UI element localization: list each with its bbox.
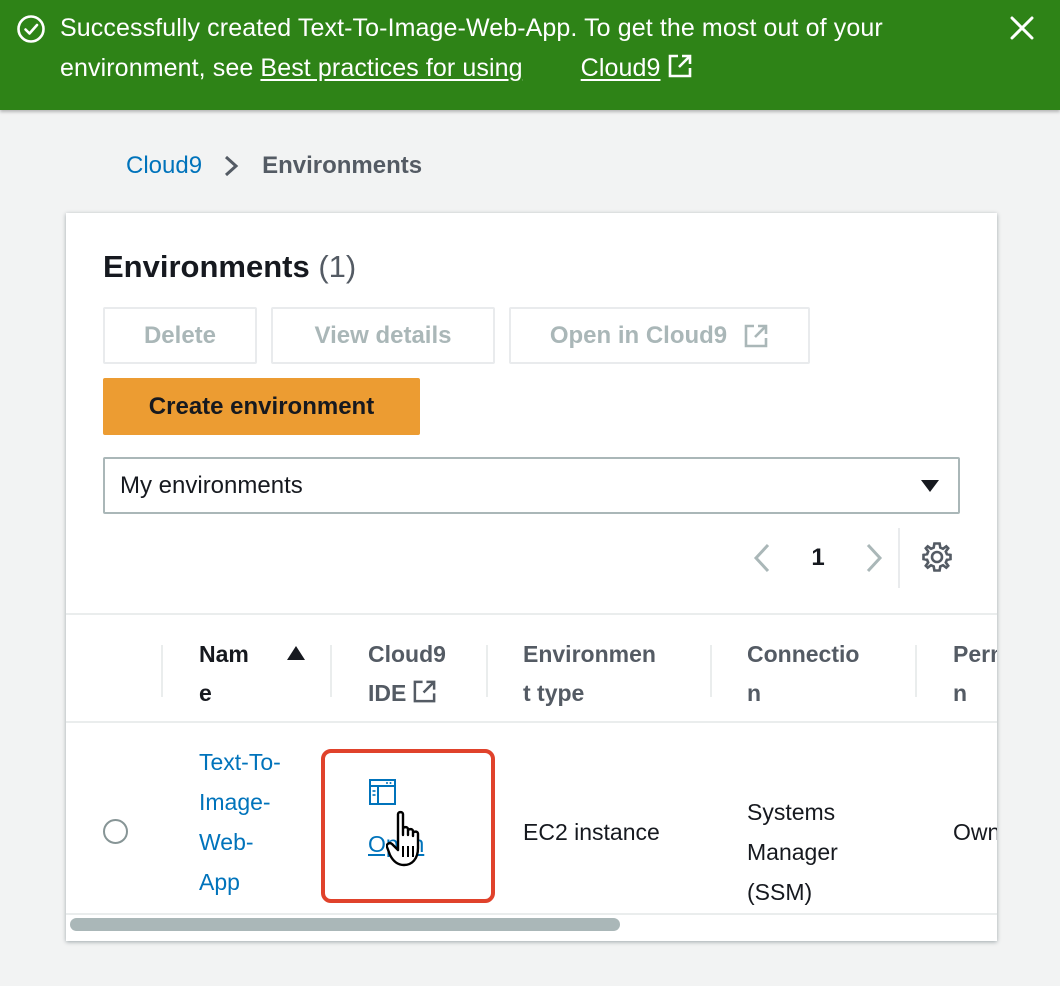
column-divider xyxy=(161,645,163,697)
column-divider xyxy=(486,645,488,697)
environment-filter-value: My environments xyxy=(120,471,303,499)
external-link-icon xyxy=(668,54,691,78)
pager-divider xyxy=(898,528,900,588)
view-details-button-label: View details xyxy=(314,321,452,349)
breadcrumb-cloud9-link[interactable]: Cloud9 xyxy=(126,152,202,180)
chevron-right-icon xyxy=(225,155,239,177)
column-header-name-l2: e xyxy=(199,680,212,706)
external-link-icon xyxy=(413,680,436,703)
caret-down-icon xyxy=(921,480,939,492)
horizontal-scrollbar[interactable] xyxy=(70,918,620,931)
environment-name-line: App xyxy=(199,869,240,895)
success-flash-banner: Successfully created Text-To-Image-Web-A… xyxy=(0,0,1060,110)
connection-line: Systems xyxy=(747,799,836,825)
environment-name-line: Text-To- xyxy=(199,749,281,775)
view-details-button[interactable]: View details xyxy=(271,307,495,364)
column-divider xyxy=(330,645,332,697)
panel-title-text: Environments xyxy=(103,249,310,284)
table-header: Nam e Cloud9 IDE Environmen t type Conne… xyxy=(66,613,997,723)
column-divider xyxy=(915,645,917,697)
create-environment-button[interactable]: Create environment xyxy=(103,378,420,435)
flash-message: Successfully created Text-To-Image-Web-A… xyxy=(60,8,960,88)
cloud9-docs-link[interactable]: Cloud9 xyxy=(581,54,693,82)
environment-type-cell: EC2 instance xyxy=(523,819,660,845)
delete-button-label: Delete xyxy=(143,321,217,349)
open-in-cloud9-button[interactable]: Open in Cloud9 xyxy=(509,307,810,364)
sort-ascending-icon[interactable] xyxy=(286,645,306,661)
column-header-ide: Cloud9 IDE xyxy=(368,635,446,713)
permission-cell: Owner xyxy=(953,819,997,845)
next-page-button[interactable] xyxy=(863,542,885,574)
environment-name-line: Image- xyxy=(199,789,271,815)
pagination: 1 xyxy=(751,528,952,588)
environment-count: (1) xyxy=(318,249,357,284)
hand-pointer-icon xyxy=(386,810,420,867)
cloud9-docs-link-label: Cloud9 xyxy=(580,54,661,82)
best-practices-link[interactable]: Best practices for using xyxy=(260,54,522,82)
current-page-number[interactable]: 1 xyxy=(773,544,863,572)
column-header-connection-l2: n xyxy=(747,680,762,706)
environment-filter-select[interactable]: My environments xyxy=(103,457,960,514)
column-header-permission-l1: Permission xyxy=(953,641,997,667)
delete-button[interactable]: Delete xyxy=(103,307,257,364)
column-header-connection-l1: Connectio xyxy=(747,641,860,667)
environment-name-line: Web- xyxy=(199,829,254,855)
previous-page-button[interactable] xyxy=(751,542,773,574)
column-header-permission-l2: n xyxy=(953,680,968,706)
connection-cell: Systems Manager (SSM) xyxy=(747,792,838,912)
column-header-name-l1: Nam xyxy=(199,641,249,667)
column-header-permission: Permission n xyxy=(953,635,997,713)
column-header-ide-l2: IDE xyxy=(368,680,407,706)
success-check-icon xyxy=(17,15,45,43)
open-in-cloud9-button-label: Open in Cloud9 xyxy=(549,321,728,349)
breadcrumb: Cloud9 Environments xyxy=(126,146,422,186)
column-header-env-type-l2: t type xyxy=(523,680,585,706)
column-header-connection: Connectio n xyxy=(747,635,859,713)
environments-table: Nam e Cloud9 IDE Environmen t type Conne… xyxy=(66,613,997,915)
create-environment-button-label: Create environment xyxy=(148,392,375,420)
environment-name-link[interactable]: Text-To- Image- Web- App xyxy=(199,742,281,902)
environments-panel: Environments (1) Delete View details Ope… xyxy=(66,213,997,941)
column-divider xyxy=(710,645,712,697)
gear-icon[interactable] xyxy=(921,541,953,573)
column-header-env-type-l1: Environmen xyxy=(523,641,656,667)
page-title: Environments (1) xyxy=(103,249,356,285)
column-header-environment-type: Environmen t type xyxy=(523,635,656,713)
close-flash-button[interactable] xyxy=(1006,12,1038,44)
breadcrumb-current: Environments xyxy=(262,152,423,179)
table-row: Text-To- Image- Web- App Open EC2 instan… xyxy=(66,725,997,915)
column-header-name[interactable]: Nam e xyxy=(199,635,305,713)
external-link-icon xyxy=(744,324,768,347)
connection-line: Manager xyxy=(747,839,838,865)
column-header-ide-l1: Cloud9 xyxy=(368,641,446,667)
connection-line: (SSM) xyxy=(747,879,813,905)
row-select-radio[interactable] xyxy=(103,819,128,844)
